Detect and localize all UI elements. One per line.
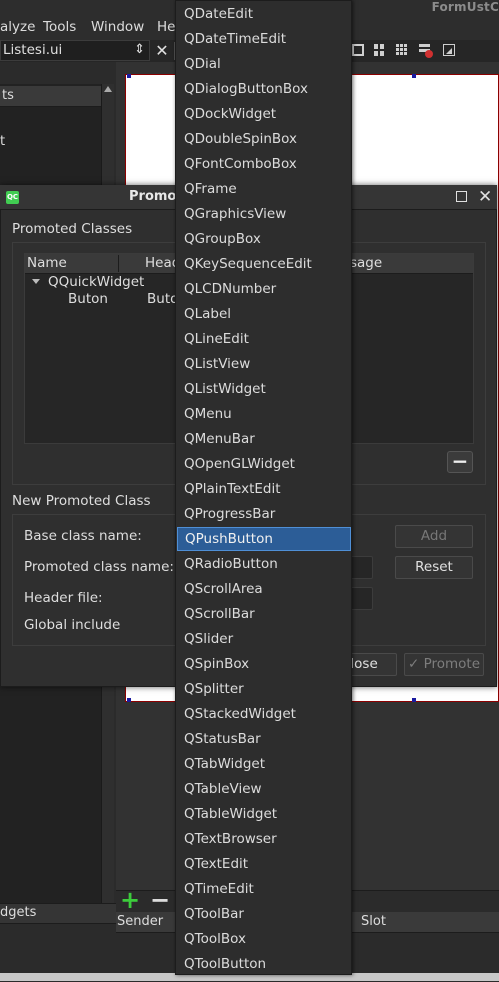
remove-class-button[interactable]: − bbox=[447, 451, 473, 473]
dropdown-option[interactable]: QFrame bbox=[177, 177, 351, 201]
promoted-class-field[interactable] bbox=[350, 556, 373, 579]
promote-button-label: Promote bbox=[423, 656, 481, 672]
window-title: FormUstC bbox=[431, 0, 499, 14]
widgets-header: dgets bbox=[0, 903, 116, 924]
dropdown-option[interactable]: QListWidget bbox=[177, 377, 351, 401]
new-promoted-class-label: New Promoted Class bbox=[12, 493, 151, 509]
column-sender[interactable]: Sender bbox=[117, 914, 163, 929]
dropdown-option[interactable]: QRadioButton bbox=[177, 552, 351, 576]
check-icon: ✓ bbox=[407, 656, 420, 672]
tree-row-header[interactable]: Buto bbox=[147, 291, 178, 307]
break-layout-icon[interactable] bbox=[419, 44, 433, 58]
column-slot[interactable]: Slot bbox=[361, 914, 386, 929]
resize-handle[interactable] bbox=[412, 698, 416, 702]
widgets-header-label: dgets bbox=[0, 905, 37, 920]
dropdown-option[interactable]: QListView bbox=[177, 352, 351, 376]
qt-app-icon: QC bbox=[6, 191, 19, 204]
layout-grid-icon[interactable] bbox=[396, 44, 408, 56]
dropdown-option[interactable]: QPlainTextEdit bbox=[177, 477, 351, 501]
dropdown-option[interactable]: QDateEdit bbox=[177, 2, 351, 26]
add-button[interactable]: Add bbox=[395, 525, 473, 548]
dropdown-option[interactable]: QSpinBox bbox=[177, 652, 351, 676]
reset-button[interactable]: Reset bbox=[395, 556, 473, 579]
scroll-up-icon[interactable] bbox=[104, 86, 112, 92]
dropdown-option[interactable]: QSplitter bbox=[177, 677, 351, 701]
dropdown-option[interactable]: QToolBar bbox=[177, 902, 351, 926]
adjust-size-icon[interactable] bbox=[443, 44, 455, 56]
promote-button[interactable]: ✓ Promote bbox=[404, 653, 484, 676]
dropdown-option[interactable]: QSlider bbox=[177, 627, 351, 651]
maximize-icon[interactable] bbox=[456, 191, 467, 202]
dropdown-option[interactable]: QDockWidget bbox=[177, 102, 351, 126]
menu-analyze[interactable]: alyze bbox=[0, 19, 35, 35]
dropdown-option[interactable]: QGraphicsView bbox=[177, 202, 351, 226]
dropdown-option[interactable]: QOpenGLWidget bbox=[177, 452, 351, 476]
dropdown-option[interactable]: QMenu bbox=[177, 402, 351, 426]
expand-arrow-icon[interactable] bbox=[32, 279, 40, 284]
menu-help[interactable]: He bbox=[157, 19, 175, 35]
dropdown-option[interactable]: QTextBrowser bbox=[177, 827, 351, 851]
tree-row-name[interactable]: QQuickWidget bbox=[48, 274, 144, 290]
dropdown-option[interactable]: QTabWidget bbox=[177, 752, 351, 776]
dropdown-option[interactable]: QStackedWidget bbox=[177, 702, 351, 726]
close-document-button[interactable]: ✕ bbox=[154, 40, 170, 61]
dropdown-option[interactable]: QDialogButtonBox bbox=[177, 77, 351, 101]
dropdown-option[interactable]: QLabel bbox=[177, 302, 351, 326]
dropdown-option[interactable]: QScrollBar bbox=[177, 602, 351, 626]
remove-connection-icon[interactable]: − bbox=[150, 888, 172, 912]
resize-handle[interactable] bbox=[127, 74, 131, 78]
dropdown-option[interactable]: QTimeEdit bbox=[177, 877, 351, 901]
header-file-field[interactable] bbox=[350, 587, 373, 610]
add-connection-icon[interactable]: + bbox=[120, 888, 142, 912]
column-usage[interactable]: sage bbox=[350, 255, 382, 271]
promoted-classes-label: Promoted Classes bbox=[12, 221, 133, 237]
base-class-dropdown[interactable]: QDateEdit QDateTimeEdit QDial QDialogButton… bbox=[175, 0, 352, 975]
column-name[interactable]: Name bbox=[27, 255, 67, 271]
dropdown-option[interactable]: QDial bbox=[177, 52, 351, 76]
dropdown-option[interactable]: QToolButton bbox=[177, 952, 351, 976]
global-include-label: Global include bbox=[24, 617, 121, 633]
dialog-close-icon[interactable]: ✕ bbox=[478, 187, 492, 207]
dropdown-option[interactable]: QFontComboBox bbox=[177, 152, 351, 176]
base-class-label: Base class name: bbox=[24, 528, 142, 544]
object-list-item[interactable]: t bbox=[0, 134, 5, 149]
dropdown-option[interactable]: QLCDNumber bbox=[177, 277, 351, 301]
tree-row-name[interactable]: Buton bbox=[68, 291, 108, 307]
dropdown-option[interactable]: QMenuBar bbox=[177, 427, 351, 451]
dropdown-option[interactable]: QKeySequenceEdit bbox=[177, 252, 351, 276]
menu-window[interactable]: Window bbox=[91, 19, 144, 35]
dropdown-option[interactable]: QToolBox bbox=[177, 927, 351, 951]
dropdown-option[interactable]: QPushButton bbox=[177, 527, 351, 551]
object-header-label: ts bbox=[2, 88, 14, 103]
menu-tools[interactable]: Tools bbox=[43, 19, 76, 35]
promoted-class-label: Promoted class name: bbox=[24, 559, 174, 575]
dropdown-option[interactable]: QDoubleSpinBox bbox=[177, 127, 351, 151]
dropdown-option[interactable]: QDateTimeEdit bbox=[177, 27, 351, 51]
header-divider bbox=[118, 255, 119, 272]
dropdown-option[interactable]: QScrollArea bbox=[177, 577, 351, 601]
dropdown-option[interactable]: QTextEdit bbox=[177, 852, 351, 876]
open-file-name: Listesi.ui bbox=[3, 42, 63, 58]
resize-handle[interactable] bbox=[412, 74, 416, 78]
open-file-combo[interactable]: Listesi.ui ⇕ bbox=[0, 40, 150, 61]
object-header: ts bbox=[0, 86, 101, 107]
layout-horizontal-icon[interactable] bbox=[352, 44, 364, 56]
header-file-label: Header file: bbox=[24, 590, 103, 606]
dropdown-option[interactable]: QProgressBar bbox=[177, 502, 351, 526]
dropdown-option[interactable]: QTableWidget bbox=[177, 802, 351, 826]
layout-vertical-icon[interactable] bbox=[373, 44, 385, 56]
combo-arrows-icon: ⇕ bbox=[134, 42, 145, 57]
dropdown-option[interactable]: QTableView bbox=[177, 777, 351, 801]
dropdown-option[interactable]: QGroupBox bbox=[177, 227, 351, 251]
dropdown-option[interactable]: QLineEdit bbox=[177, 327, 351, 351]
resize-handle[interactable] bbox=[127, 698, 131, 702]
dropdown-option[interactable]: QStatusBar bbox=[177, 727, 351, 751]
